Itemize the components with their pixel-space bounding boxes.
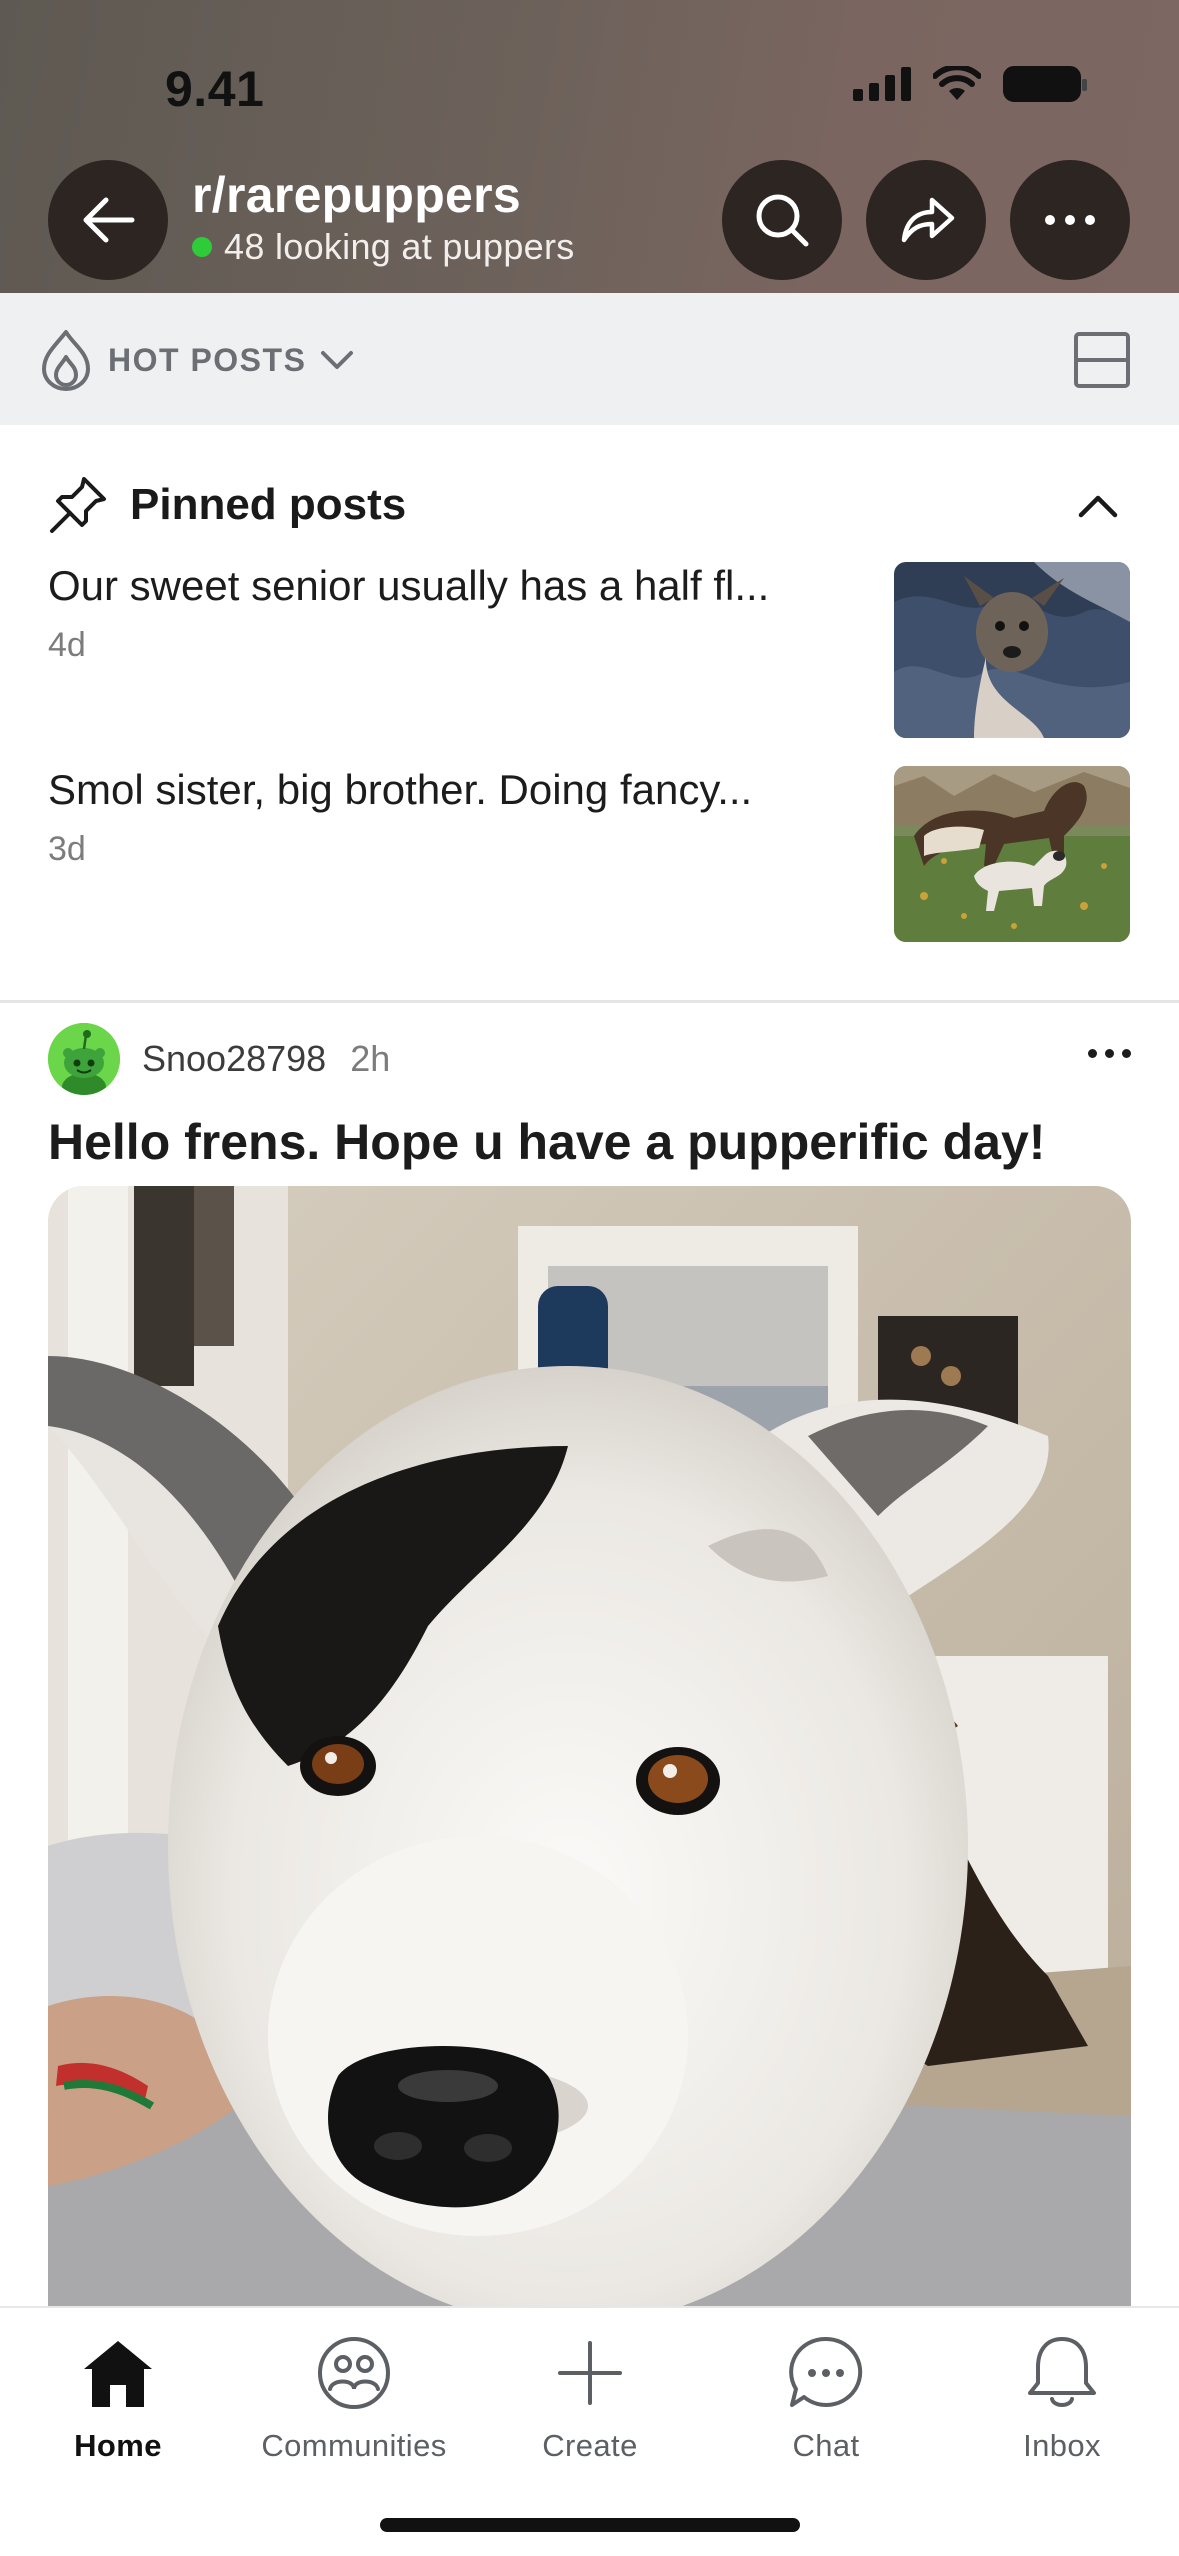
pinned-post-age: 3d — [48, 830, 86, 868]
cellular-signal-icon — [853, 67, 911, 101]
online-indicator — [192, 237, 212, 257]
card-layout-icon — [1074, 332, 1130, 388]
post-author[interactable]: Snoo28798 — [142, 1038, 326, 1080]
status-icons — [853, 66, 1087, 102]
sort-dropdown[interactable]: HOT POSTS — [38, 329, 354, 391]
nav-inbox[interactable]: Inbox — [944, 2328, 1179, 2464]
chevron-up-icon — [1078, 495, 1118, 518]
search-icon — [756, 194, 809, 247]
subreddit-name[interactable]: r/rarepuppers — [192, 166, 521, 224]
post-more-button[interactable] — [1088, 1049, 1131, 1058]
nav-chat[interactable]: Chat — [708, 2328, 944, 2464]
post-meta: Snoo28798 2h — [48, 1023, 390, 1095]
post-image[interactable] — [48, 1186, 1131, 2311]
home-icon — [84, 2341, 152, 2407]
search-button[interactable] — [722, 160, 842, 280]
more-dot — [1088, 1049, 1097, 1058]
nav-communities-label: Communities — [261, 2428, 447, 2463]
nav-chat-label: Chat — [792, 2428, 860, 2463]
post-age: 2h — [350, 1038, 391, 1079]
nav-communities[interactable]: Communities — [236, 2328, 472, 2464]
subreddit-header: 9.41 r/rarepuppers 48 looking at puppers — [0, 0, 1179, 293]
flame-icon — [42, 330, 90, 391]
pin-icon — [50, 477, 106, 533]
pinned-post-item[interactable]: Our sweet senior usually has a half fl..… — [48, 562, 1130, 738]
collapse-pinned-button[interactable] — [1077, 493, 1119, 524]
view-layout-button[interactable] — [1073, 331, 1131, 394]
post-title[interactable]: Hello frens. Hope u have a pupperific da… — [48, 1113, 1045, 1171]
more-icon — [1045, 215, 1095, 225]
nav-inbox-label: Inbox — [1023, 2428, 1101, 2463]
plus-icon — [558, 2341, 622, 2405]
more-options-button[interactable] — [1010, 160, 1130, 280]
nav-create-label: Create — [542, 2428, 638, 2463]
pinned-post-thumbnail[interactable] — [894, 766, 1130, 942]
share-icon — [901, 197, 955, 243]
nav-create[interactable]: Create — [472, 2328, 708, 2464]
online-count: 48 looking at puppers — [192, 226, 575, 268]
bell-icon — [1028, 2337, 1096, 2407]
battery-icon — [1003, 66, 1087, 102]
pinned-post-item[interactable]: Smol sister, big brother. Doing fancy...… — [48, 766, 1130, 942]
nav-home[interactable]: Home — [0, 2328, 236, 2464]
wifi-icon — [933, 66, 981, 100]
dog-photo-image — [48, 1186, 1131, 2311]
sort-bar: HOT POSTS — [0, 293, 1179, 425]
communities-icon — [318, 2337, 390, 2409]
pinned-post-title: Smol sister, big brother. Doing fancy... — [48, 766, 753, 813]
sort-label: HOT POSTS — [108, 341, 307, 378]
two-dogs-thumbnail-image — [894, 766, 1130, 942]
chevron-down-icon — [321, 351, 354, 369]
nav-home-label: Home — [74, 2428, 162, 2463]
senior-dog-thumbnail-image — [894, 562, 1130, 738]
pinned-posts-header: Pinned posts — [48, 475, 406, 535]
share-button[interactable] — [866, 160, 986, 280]
online-count-text: 48 looking at puppers — [224, 226, 575, 267]
status-time: 9.41 — [165, 61, 265, 117]
snoo-avatar-icon — [48, 1023, 120, 1095]
more-dot — [1122, 1049, 1131, 1058]
pinned-post-thumbnail[interactable] — [894, 562, 1130, 738]
avatar[interactable] — [48, 1023, 120, 1095]
more-dot — [1105, 1049, 1114, 1058]
back-button[interactable] — [48, 160, 168, 280]
home-indicator — [380, 2518, 800, 2532]
pinned-posts-title: Pinned posts — [130, 480, 407, 529]
chat-icon — [789, 2336, 863, 2407]
pinned-post-age: 4d — [48, 626, 86, 664]
pinned-posts-section: Pinned posts Our sweet senior usually ha… — [0, 425, 1179, 1003]
back-arrow-icon — [83, 197, 135, 243]
pinned-post-title: Our sweet senior usually has a half fl..… — [48, 562, 770, 609]
